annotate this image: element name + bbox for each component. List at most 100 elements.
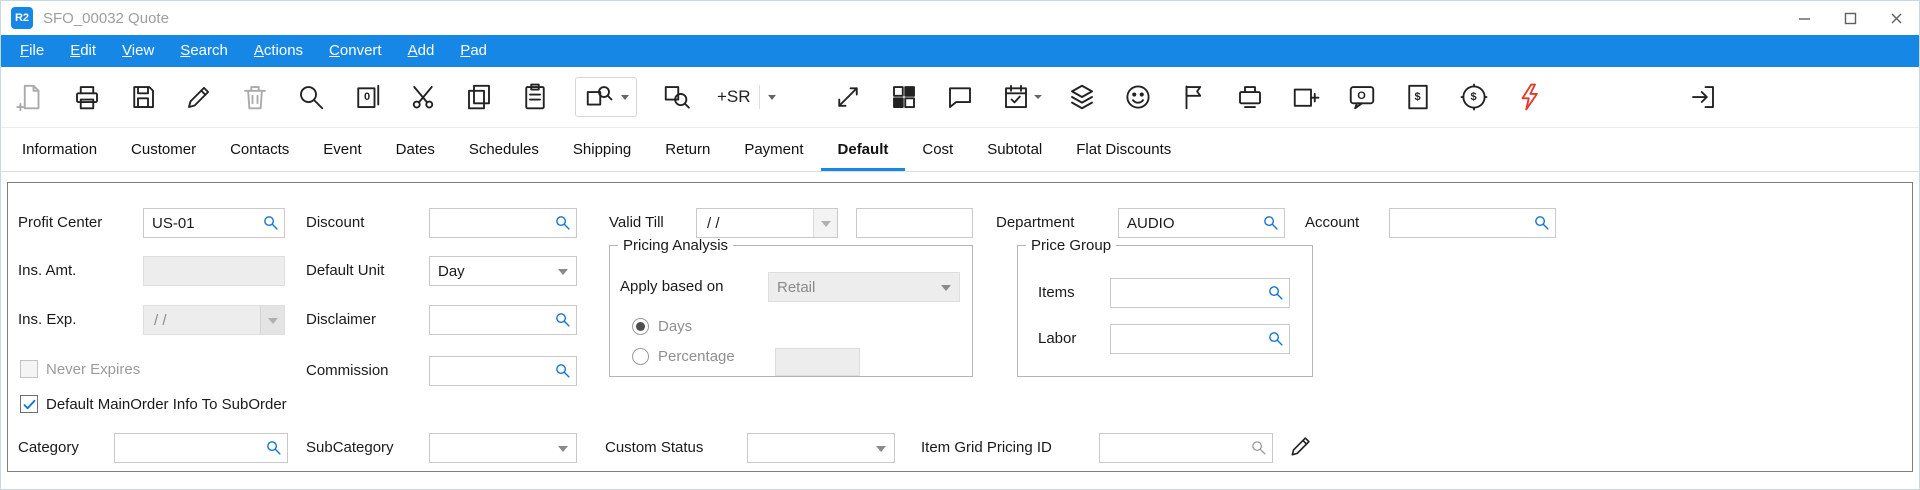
- subcategory-select[interactable]: [429, 433, 577, 463]
- item-grid-pricing-id-field[interactable]: [1099, 433, 1273, 463]
- profit-center-input[interactable]: [143, 208, 285, 238]
- tab-schedules[interactable]: Schedules: [452, 128, 556, 171]
- tab-customer[interactable]: Customer: [114, 128, 213, 171]
- zoom-item-search-icon[interactable]: [661, 79, 693, 115]
- tab-return[interactable]: Return: [648, 128, 727, 171]
- valid-till-time-input[interactable]: [856, 208, 973, 238]
- new-document-icon[interactable]: [15, 79, 47, 115]
- never-expires-checkbox: [20, 360, 38, 378]
- valid-till-date-input[interactable]: / /: [696, 208, 838, 238]
- menu-bar: File Edit View Search Actions Convert Ad…: [1, 35, 1919, 67]
- category-field[interactable]: [114, 433, 288, 463]
- account-field[interactable]: [1389, 208, 1556, 238]
- menu-search[interactable]: Search: [167, 35, 241, 67]
- lookup-icon[interactable]: [554, 362, 571, 379]
- price-group-items-input[interactable]: [1110, 278, 1290, 308]
- new-window-icon[interactable]: [1290, 79, 1322, 115]
- lookup-icon[interactable]: [265, 439, 282, 456]
- apply-based-on-select: Retail: [768, 272, 960, 302]
- tab-cost[interactable]: Cost: [905, 128, 970, 171]
- department-input[interactable]: [1118, 208, 1285, 238]
- menu-convert[interactable]: Convert: [316, 35, 395, 67]
- default-mainorder-checkbox[interactable]: [20, 395, 38, 413]
- ins-exp-date-input: / /: [143, 305, 285, 335]
- lookup-icon[interactable]: [1267, 330, 1284, 347]
- percentage-radio-row: Percentage: [632, 348, 735, 365]
- exit-icon[interactable]: [1687, 79, 1719, 115]
- lookup-icon[interactable]: [262, 214, 279, 231]
- lookup-icon[interactable]: [554, 311, 571, 328]
- close-button[interactable]: [1873, 1, 1919, 35]
- pricing-analysis-legend: Pricing Analysis: [618, 237, 733, 254]
- minimize-button[interactable]: [1781, 1, 1827, 35]
- lookup-icon[interactable]: [1267, 284, 1284, 301]
- lookup-icon[interactable]: [1262, 214, 1279, 231]
- edit-icon[interactable]: [183, 79, 215, 115]
- menu-add[interactable]: Add: [395, 35, 448, 67]
- layers-icon[interactable]: [1066, 79, 1098, 115]
- discount-input[interactable]: [429, 208, 577, 238]
- item-grid-pricing-id-input[interactable]: [1099, 433, 1273, 463]
- copy-icon[interactable]: [463, 79, 495, 115]
- menu-file[interactable]: File: [7, 35, 57, 67]
- paste-icon[interactable]: [519, 79, 551, 115]
- price-group-labor-input[interactable]: [1110, 324, 1290, 354]
- valid-till-value[interactable]: / /: [697, 209, 813, 237]
- tab-shipping[interactable]: Shipping: [556, 128, 648, 171]
- save-icon[interactable]: [127, 79, 159, 115]
- ins-exp-label: Ins. Exp.: [18, 305, 76, 335]
- edit-pencil-icon[interactable]: [1286, 429, 1316, 463]
- ins-exp-value: / /: [144, 306, 260, 334]
- tab-event[interactable]: Event: [306, 128, 378, 171]
- price-group-items-field[interactable]: [1110, 278, 1290, 308]
- lookup-icon[interactable]: [554, 214, 571, 231]
- lookup-icon[interactable]: [1533, 214, 1550, 231]
- tab-subtotal[interactable]: Subtotal: [970, 128, 1059, 171]
- days-radio-label: Days: [658, 318, 692, 335]
- valid-till-label: Valid Till: [609, 208, 664, 238]
- price-group-group: Price Group Items Labor: [1017, 237, 1313, 377]
- delete-icon[interactable]: [239, 79, 271, 115]
- lightning-icon[interactable]: [1514, 79, 1546, 115]
- lookup-icon[interactable]: [1250, 439, 1267, 456]
- flag-icon[interactable]: [1178, 79, 1210, 115]
- print-icon[interactable]: [71, 79, 103, 115]
- output-device-icon[interactable]: [1234, 79, 1266, 115]
- tab-payment[interactable]: Payment: [727, 128, 820, 171]
- custom-status-select[interactable]: [747, 433, 895, 463]
- billing-clock-icon[interactable]: $: [1458, 79, 1490, 115]
- smiley-icon[interactable]: [1122, 79, 1154, 115]
- disclaimer-input[interactable]: [429, 305, 577, 335]
- default-unit-select[interactable]: Day: [429, 256, 577, 286]
- invoice-icon[interactable]: $: [1402, 79, 1434, 115]
- menu-pad[interactable]: Pad: [447, 35, 500, 67]
- item-search-dropdown[interactable]: [575, 77, 637, 117]
- search-icon[interactable]: [295, 79, 327, 115]
- grid-view-icon[interactable]: [888, 79, 920, 115]
- tab-dates[interactable]: Dates: [379, 128, 452, 171]
- maximize-button[interactable]: [1827, 1, 1873, 35]
- tab-default[interactable]: Default: [821, 128, 906, 171]
- commission-input[interactable]: [429, 356, 577, 386]
- department-field[interactable]: [1118, 208, 1285, 238]
- cut-icon[interactable]: [407, 79, 439, 115]
- valid-till-time-field[interactable]: [856, 208, 973, 238]
- item-count-icon[interactable]: 0: [351, 79, 383, 115]
- order-bubble-icon[interactable]: O: [1346, 79, 1378, 115]
- tab-flat-discounts[interactable]: Flat Discounts: [1059, 128, 1188, 171]
- price-group-labor-field[interactable]: [1110, 324, 1290, 354]
- expand-icon[interactable]: [832, 79, 864, 115]
- menu-view[interactable]: View: [109, 35, 167, 67]
- days-radio: [632, 318, 649, 335]
- menu-edit[interactable]: Edit: [57, 35, 109, 67]
- tab-information[interactable]: Information: [5, 128, 114, 171]
- tab-contacts[interactable]: Contacts: [213, 128, 306, 171]
- menu-actions[interactable]: Actions: [241, 35, 316, 67]
- add-subrental-button[interactable]: +SR: [717, 85, 776, 109]
- date-dropdown-button[interactable]: [813, 209, 837, 237]
- category-input[interactable]: [114, 433, 288, 463]
- comment-icon[interactable]: [944, 79, 976, 115]
- item-grid-pricing-id-label: Item Grid Pricing ID: [921, 433, 1052, 463]
- account-input[interactable]: [1389, 208, 1556, 238]
- calendar-dropdown[interactable]: [1000, 77, 1042, 117]
